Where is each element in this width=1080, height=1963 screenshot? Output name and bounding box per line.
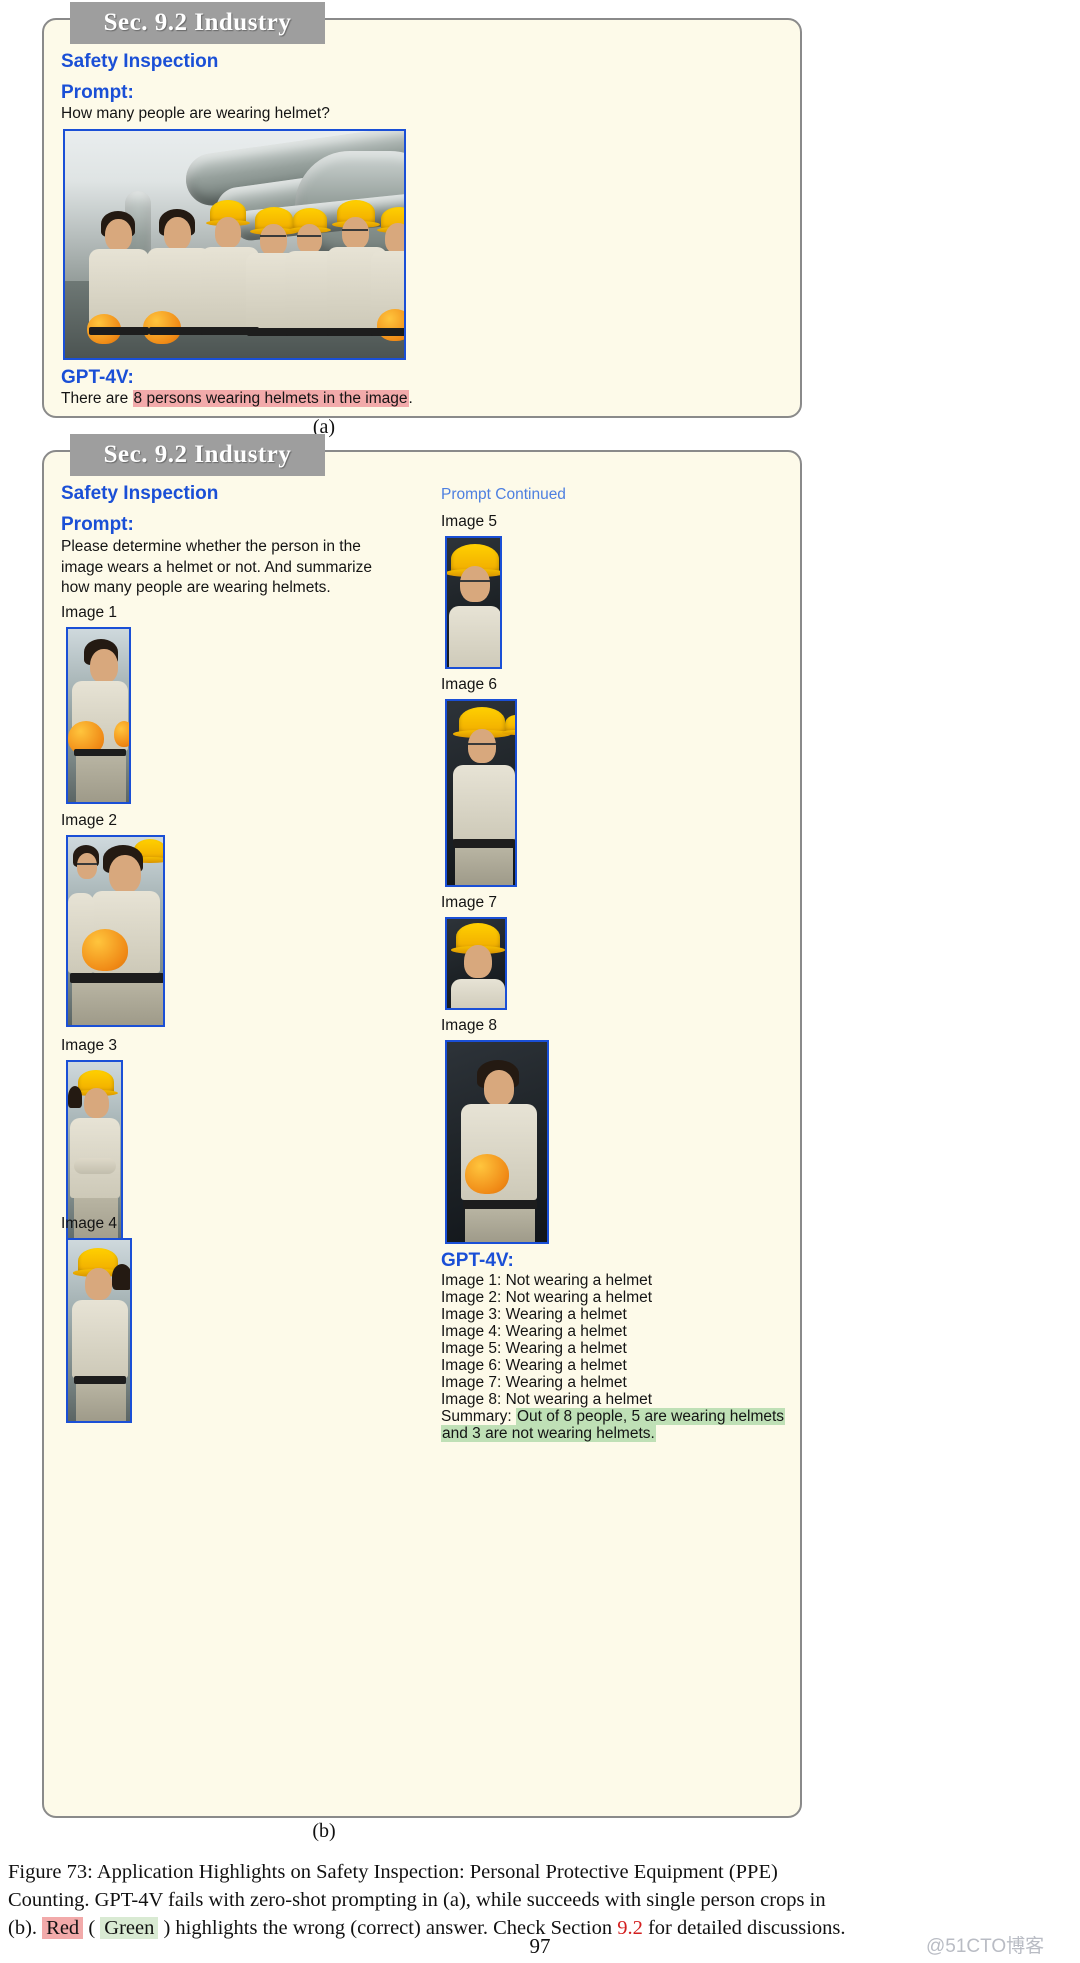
answer-line-1: Image 1: Not wearing a helmet: [441, 1272, 653, 1289]
prompt-continued-label: Prompt Continued: [441, 486, 566, 503]
image-6-crop: [445, 699, 517, 887]
panel-a-section-title: Safety Inspection: [61, 51, 219, 72]
answer-line-4: Image 4: Wearing a helmet: [441, 1323, 627, 1340]
image-6-caption: Image 6: [441, 676, 498, 693]
image-8-crop: [445, 1040, 549, 1244]
answer-line-6: Image 6: Wearing a helmet: [441, 1357, 627, 1374]
subcaption-b: (b): [312, 1820, 336, 1842]
answer-summary-line-1: Summary: Out of 8 people, 5 are wearing …: [441, 1408, 786, 1426]
image-2-caption: Image 2: [61, 812, 118, 829]
image-8-caption: Image 8: [441, 1017, 498, 1034]
answer-line-7: Image 7: Wearing a helmet: [441, 1374, 627, 1391]
panel-b: [42, 450, 802, 1818]
panel-a-prompt-text: How many people are wearing helmet?: [61, 105, 330, 122]
figure-number: Figure 73:: [8, 1861, 97, 1883]
panel-b-prompt-text: Please determine whether the person in t…: [61, 538, 372, 596]
group-of-workers-photo: [63, 129, 406, 360]
image-4-crop: [66, 1238, 132, 1423]
panel-a-tab: Sec. 9.2 Industry: [70, 2, 325, 44]
answer-line-8: Image 8: Not wearing a helmet: [441, 1391, 653, 1408]
answer-line-5: Image 5: Wearing a helmet: [441, 1340, 627, 1357]
figure-caption-line-1: Figure 73: Application Highlights on Saf…: [8, 1858, 1072, 1886]
image-7-crop: [445, 917, 507, 1010]
panel-a-prompt-label: Prompt:: [61, 82, 134, 103]
answer-summary-line-2: and 3 are not wearing helmets.: [441, 1425, 656, 1443]
panel-a-gpt-label: GPT-4V:: [61, 367, 134, 388]
image-3-caption: Image 3: [61, 1037, 118, 1054]
summary-prefix: Summary:: [441, 1408, 516, 1425]
summary-highlight-2: and 3 are not wearing helmets.: [441, 1425, 656, 1442]
image-5-caption: Image 5: [441, 513, 498, 530]
page-number: 97: [529, 1934, 551, 1958]
figure-caption-text-1: Application Highlights on Safety Inspect…: [96, 1861, 778, 1883]
panel-b-prompt-label: Prompt:: [61, 514, 134, 535]
image-2-crop: [66, 835, 165, 1027]
image-1-caption: Image 1: [61, 604, 118, 621]
figure-caption-line-2: Counting. GPT-4V fails with zero-shot pr…: [8, 1889, 826, 1911]
watermark: @51CTO博客: [926, 1936, 1045, 1957]
panel-a-answer-highlight: 8 persons wearing helmets in the image: [132, 390, 409, 407]
summary-highlight-1: Out of 8 people, 5 are wearing helmets: [515, 1408, 786, 1425]
image-1-crop: [66, 627, 131, 804]
panel-b-section-title: Safety Inspection: [61, 483, 219, 504]
image-7-caption: Image 7: [441, 894, 498, 911]
answer-line-3: Image 3: Wearing a helmet: [441, 1306, 627, 1323]
panel-a-answer: There are 8 persons wearing helmets in t…: [61, 389, 701, 410]
image-4-caption: Image 4: [61, 1215, 118, 1232]
panel-a-answer-suffix: .: [408, 390, 413, 407]
answer-line-2: Image 2: Not wearing a helmet: [441, 1289, 653, 1306]
image-5-crop: [445, 536, 502, 669]
panel-a-answer-prefix: There are: [61, 390, 133, 407]
panel-b-tab: Sec. 9.2 Industry: [70, 434, 325, 476]
panel-b-gpt-label: GPT-4V:: [441, 1250, 514, 1271]
